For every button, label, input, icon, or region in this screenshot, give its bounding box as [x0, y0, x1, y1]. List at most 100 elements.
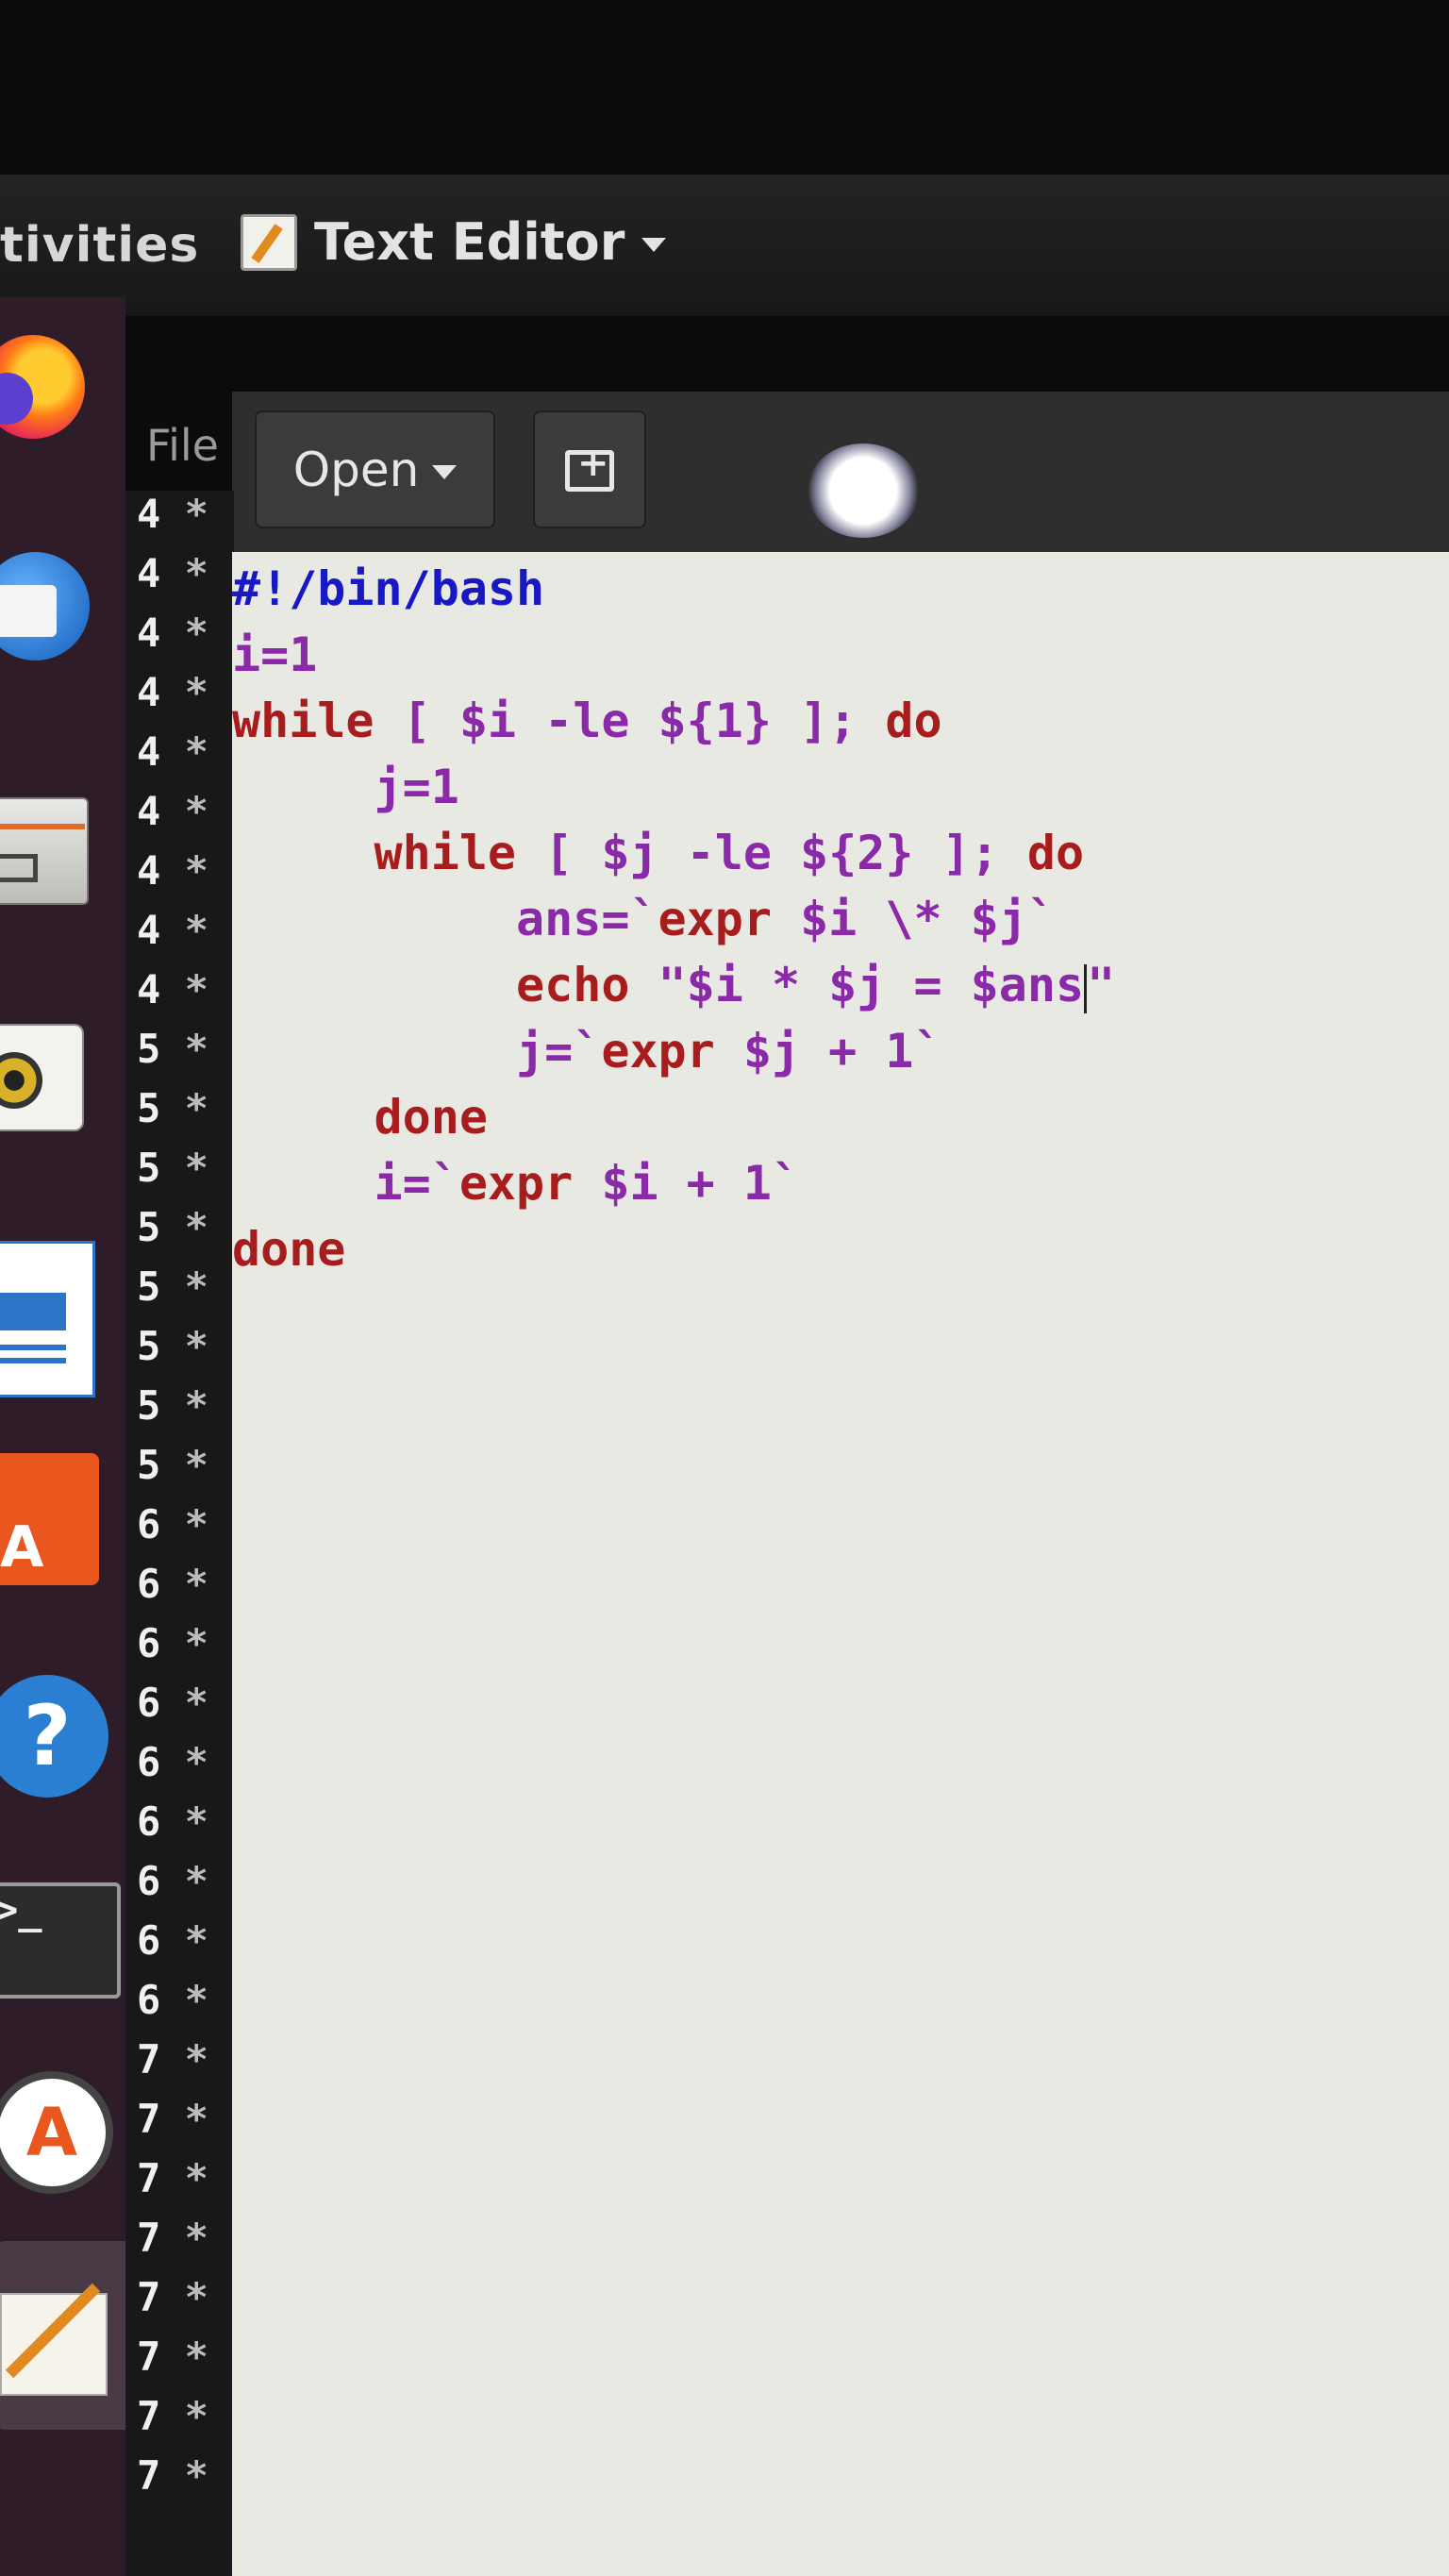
firefox-icon[interactable]: [0, 335, 104, 439]
light-glare: [807, 443, 920, 538]
file-menu[interactable]: File: [146, 420, 219, 471]
line-number: 7 *: [137, 2333, 208, 2390]
thunderbird-icon[interactable]: [0, 552, 104, 661]
line-number: 4 *: [137, 610, 208, 666]
top-bar: [0, 175, 1449, 316]
line-number-digit: 6: [137, 1977, 161, 2023]
line-number-digit: 6: [137, 1917, 161, 1964]
app-menu[interactable]: Text Editor: [241, 212, 667, 272]
modified-mark: *: [184, 1382, 208, 1429]
text-editing-area[interactable]: #!/bin/bash i=1 while [ $i -le ${1} ]; d…: [232, 552, 1449, 2576]
modified-mark: *: [184, 2096, 208, 2142]
modified-mark: *: [184, 1263, 208, 1310]
libreoffice-writer-icon[interactable]: [0, 1241, 104, 1397]
line-number: 6 *: [137, 1858, 208, 1915]
modified-mark: *: [184, 788, 208, 834]
line-number-digit: 4: [137, 610, 161, 656]
line-number-digit: 4: [137, 491, 161, 537]
new-document-icon: [565, 442, 614, 492]
modified-mark: *: [184, 2274, 208, 2320]
open-button[interactable]: Open: [255, 410, 495, 528]
line-number: 5 *: [137, 1145, 208, 1201]
line-number: 7 *: [137, 2452, 208, 2509]
line-number-digit: 7: [137, 2452, 161, 2499]
line-number-digit: 5: [137, 1323, 161, 1369]
modified-mark: *: [184, 1798, 208, 1845]
line-number: 7 *: [137, 2036, 208, 2093]
line-number: 6 *: [137, 1620, 208, 1677]
line-number-digit: 4: [137, 907, 161, 953]
line-number-digit: 5: [137, 1204, 161, 1250]
line-number: 5 *: [137, 1263, 208, 1320]
line-number: 4 *: [137, 669, 208, 726]
line-number-digit: 4: [137, 550, 161, 596]
line-number: 5 *: [137, 1204, 208, 1261]
line-number: 6 *: [137, 1680, 208, 1736]
line-number-digit: 7: [137, 2155, 161, 2201]
modified-mark: *: [184, 1501, 208, 1547]
modified-mark: *: [184, 2215, 208, 2261]
new-document-button[interactable]: [533, 410, 646, 528]
software-updater-icon[interactable]: A: [0, 2071, 113, 2194]
modified-mark: *: [184, 491, 208, 537]
line-number: 7 *: [137, 2274, 208, 2331]
line-number: 4 *: [137, 847, 208, 904]
modified-mark: *: [184, 847, 208, 894]
modified-mark: *: [184, 1620, 208, 1666]
code-line: done: [374, 1090, 488, 1145]
code-line: ans=`expr $i \* $j`: [516, 892, 1056, 946]
code-line: i=`expr $i + 1`: [374, 1156, 801, 1211]
modified-mark: *: [184, 1204, 208, 1250]
modified-mark: *: [184, 610, 208, 656]
modified-mark: *: [184, 1442, 208, 1488]
modified-mark: *: [184, 1917, 208, 1964]
line-number: 7 *: [137, 2155, 208, 2212]
code-line: done: [232, 1222, 346, 1277]
activities-button[interactable]: tivities: [0, 217, 199, 274]
code-line: #!/bin/bash: [232, 561, 545, 616]
line-number-digit: 7: [137, 2215, 161, 2261]
line-number: 7 *: [137, 2215, 208, 2271]
modified-mark: *: [184, 1977, 208, 2023]
text-editor-icon: [241, 213, 297, 271]
line-number-digit: 5: [137, 1026, 161, 1072]
line-number-digit: 4: [137, 728, 161, 775]
line-number: 6 *: [137, 1501, 208, 1558]
terminal-icon[interactable]: >_: [0, 1882, 121, 1999]
line-number-gutter: 4 * 4 * 4 * 4 * 4 * 4 * 4 * 4 * 4 * 5 * 5 * 5 * 5 * 5…: [125, 491, 234, 2576]
line-number-digit: 4: [137, 847, 161, 894]
files-icon[interactable]: [0, 797, 104, 905]
rhythmbox-icon[interactable]: [0, 1024, 104, 1131]
line-number-digit: 5: [137, 1442, 161, 1488]
line-number: 5 *: [137, 1085, 208, 1142]
modified-mark: *: [184, 1323, 208, 1369]
modified-mark: *: [184, 1561, 208, 1607]
line-number-digit: 6: [137, 1620, 161, 1666]
line-number-digit: 6: [137, 1561, 161, 1607]
modified-mark: *: [184, 2333, 208, 2380]
modified-mark: *: [184, 2452, 208, 2499]
code-line: j=1: [232, 760, 459, 814]
software-store-icon[interactable]: A: [0, 1453, 104, 1585]
line-number-digit: 5: [137, 1263, 161, 1310]
code-line: while [ $j -le ${2} ]; do: [374, 826, 1085, 880]
line-number: 4 *: [137, 491, 208, 547]
line-number-digit: 6: [137, 1680, 161, 1726]
help-icon[interactable]: ?: [0, 1675, 108, 1798]
modified-mark: *: [184, 2393, 208, 2439]
line-number: 4 *: [137, 966, 208, 1023]
code-line: j=`expr $j + 1`: [516, 1024, 942, 1079]
line-number: 6 *: [137, 1977, 208, 2033]
modified-mark: *: [184, 966, 208, 1012]
line-number: 6 *: [137, 1917, 208, 1974]
chevron-down-icon: [641, 238, 667, 252]
line-number: 5 *: [137, 1442, 208, 1498]
line-number: 6 *: [137, 1739, 208, 1796]
line-number: 7 *: [137, 2393, 208, 2450]
line-number-digit: 7: [137, 2274, 161, 2320]
line-number: 5 *: [137, 1026, 208, 1082]
modified-mark: *: [184, 907, 208, 953]
line-number-digit: 7: [137, 2333, 161, 2380]
line-number-digit: 5: [137, 1085, 161, 1131]
line-number: 5 *: [137, 1382, 208, 1439]
